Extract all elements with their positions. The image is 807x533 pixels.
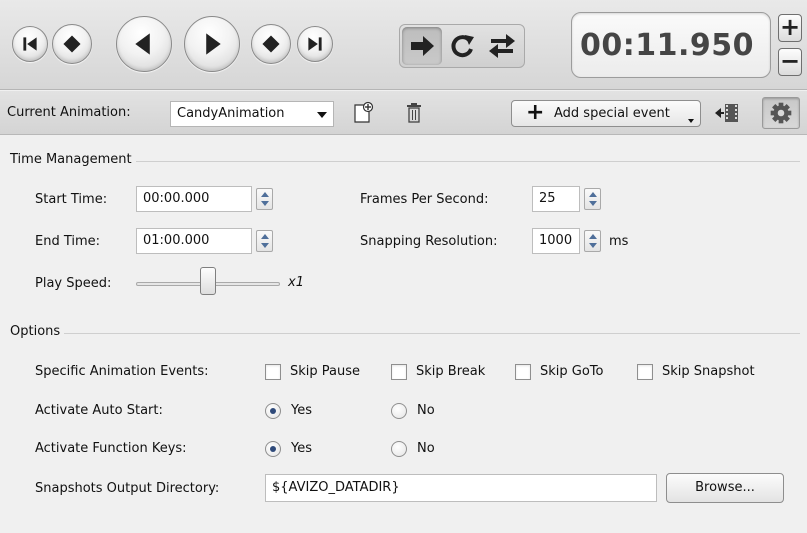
go-to-start-button[interactable] <box>12 26 48 62</box>
play-mode-group <box>399 24 525 68</box>
skip-snapshot-checkbox[interactable] <box>637 364 653 380</box>
animation-select[interactable]: CandyAnimation <box>170 101 334 127</box>
fps-field[interactable]: 25 <box>532 186 580 212</box>
loop-button[interactable] <box>442 27 482 65</box>
swing-icon <box>489 34 515 58</box>
skip-snapshot-label: Skip Snapshot <box>662 364 755 379</box>
start-time-label: Start Time: <box>35 192 108 207</box>
play-backward-button[interactable] <box>116 16 172 72</box>
fps-spinner[interactable] <box>584 188 601 210</box>
animation-select-value: CandyAnimation <box>177 106 285 121</box>
skip-pause-label: Skip Pause <box>290 364 361 379</box>
time-management-title: Time Management <box>10 152 136 167</box>
new-animation-button[interactable] <box>352 101 374 125</box>
delete-animation-button[interactable] <box>406 101 422 125</box>
play-once-button[interactable] <box>402 27 442 65</box>
settings-button[interactable] <box>762 97 800 129</box>
play-speed-label: Play Speed: <box>35 276 112 291</box>
radio-selected-dot <box>270 446 276 452</box>
spin-down-icon <box>261 201 269 206</box>
options-title: Options <box>10 324 65 339</box>
go-to-start-icon <box>23 37 37 51</box>
skip-goto-label: Skip GoTo <box>540 364 604 379</box>
gear-icon <box>770 102 792 124</box>
snapshots-dir-label: Snapshots Output Directory: <box>35 481 220 496</box>
next-keyframe-icon <box>262 35 280 53</box>
function-keys-label: Activate Function Keys: <box>35 441 187 456</box>
go-to-end-button[interactable] <box>297 26 333 62</box>
go-to-end-icon <box>308 37 322 51</box>
play-forward-button[interactable] <box>184 16 240 72</box>
play-forward-icon <box>206 33 221 55</box>
skip-break-checkbox[interactable] <box>391 364 407 380</box>
function-keys-no-label: No <box>417 441 435 456</box>
specific-events-label: Specific Animation Events: <box>35 364 209 379</box>
auto-start-label: Activate Auto Start: <box>35 403 163 418</box>
snapping-resolution-field[interactable]: 1000 <box>532 228 580 254</box>
auto-start-no-radio[interactable] <box>391 403 407 419</box>
current-animation-label: Current Animation: <box>7 105 131 120</box>
start-time-spinner[interactable] <box>256 188 273 210</box>
browse-button[interactable]: Browse... <box>666 473 784 503</box>
film-add-button[interactable] <box>713 101 741 125</box>
snapping-unit: ms <box>609 234 629 249</box>
new-animation-icon <box>354 101 374 123</box>
spin-down-icon <box>589 243 597 248</box>
skip-goto-checkbox[interactable] <box>515 364 531 380</box>
time-display: 00:11.950 <box>571 12 771 78</box>
loop-icon <box>451 35 474 58</box>
end-time-label: End Time: <box>35 234 101 249</box>
film-add-icon <box>715 104 738 122</box>
spin-up-icon <box>589 234 597 239</box>
snapshots-dir-input[interactable]: ${AVIZO_DATADIR} <box>265 474 657 502</box>
function-keys-yes-radio[interactable] <box>265 441 281 457</box>
spin-up-icon <box>261 234 269 239</box>
dropdown-arrow-icon <box>688 119 694 123</box>
radio-selected-dot <box>270 408 276 414</box>
fps-label: Frames Per Second: <box>360 192 489 207</box>
start-time-field[interactable]: 00:00.000 <box>136 186 252 212</box>
step-forward-button[interactable]: + <box>778 14 802 42</box>
add-special-event-button[interactable]: + Add special event <box>511 100 701 127</box>
spin-down-icon <box>589 201 597 206</box>
spin-up-icon <box>589 192 597 197</box>
function-keys-yes-label: Yes <box>291 441 312 456</box>
auto-start-yes-label: Yes <box>291 403 312 418</box>
chevron-down-icon <box>317 112 327 118</box>
animation-toolbar: Current Animation: CandyAnimation + Add … <box>0 91 807 135</box>
skip-pause-checkbox[interactable] <box>265 364 281 380</box>
end-time-field[interactable]: 01:00.000 <box>136 228 252 254</box>
spin-up-icon <box>261 192 269 197</box>
play-speed-value: x1 <box>288 275 304 290</box>
auto-start-yes-radio[interactable] <box>265 403 281 419</box>
step-backward-button[interactable]: − <box>778 48 802 76</box>
function-keys-no-radio[interactable] <box>391 441 407 457</box>
swing-button[interactable] <box>482 27 522 65</box>
play-backward-icon <box>135 33 150 55</box>
add-special-event-label: Add special event <box>554 106 670 121</box>
auto-start-no-label: No <box>417 403 435 418</box>
previous-keyframe-icon <box>63 35 81 53</box>
skip-break-label: Skip Break <box>416 364 486 379</box>
snapping-resolution-spinner[interactable] <box>584 230 601 252</box>
player-toolbar: 00:11.950 + − <box>0 0 807 90</box>
plus-icon: + <box>526 100 545 125</box>
previous-keyframe-button[interactable] <box>52 24 92 64</box>
options-divider <box>10 333 800 334</box>
spin-down-icon <box>261 243 269 248</box>
delete-icon <box>407 103 421 123</box>
play-once-icon <box>411 36 434 56</box>
end-time-spinner[interactable] <box>256 230 273 252</box>
next-keyframe-button[interactable] <box>251 24 291 64</box>
play-speed-slider-thumb[interactable] <box>200 267 216 295</box>
snapping-resolution-label: Snapping Resolution: <box>360 234 498 249</box>
